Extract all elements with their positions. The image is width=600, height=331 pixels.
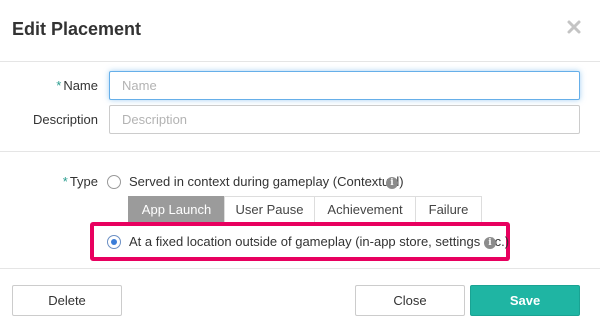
edit-placement-modal: Edit Placement *Name Description *Type S… [0, 0, 600, 331]
info-icon[interactable]: i [386, 177, 398, 189]
close-icon[interactable] [566, 19, 582, 35]
name-label-text: Name [63, 78, 98, 93]
name-label: * Name [40, 78, 98, 93]
delete-button[interactable]: Delete [12, 285, 122, 316]
modal-header: Edit Placement [0, 0, 600, 62]
trigger-tabs: App Launch User Pause Achievement Failur… [128, 196, 482, 222]
option-contextual-label[interactable]: Served in context during gameplay (Conte… [129, 174, 404, 189]
info-icon[interactable]: i [484, 237, 496, 249]
description-input[interactable] [109, 105, 580, 134]
description-label: Description [32, 112, 98, 127]
name-input[interactable] [109, 71, 580, 100]
type-label-text: Type [69, 174, 98, 189]
tab-user-pause[interactable]: User Pause [224, 196, 315, 222]
radio-fixed-location[interactable] [107, 235, 121, 249]
section-divider [0, 151, 600, 152]
tab-failure[interactable]: Failure [415, 196, 482, 222]
footer-divider [0, 268, 600, 269]
modal-title: Edit Placement [12, 19, 142, 39]
radio-contextual[interactable] [107, 175, 121, 189]
tab-app-launch[interactable]: App Launch [128, 196, 225, 222]
close-button[interactable]: Close [355, 285, 465, 316]
save-button[interactable]: Save [470, 285, 580, 316]
required-mark: * [62, 174, 68, 189]
required-mark: * [56, 78, 62, 93]
option-fixed-location-label[interactable]: At a fixed location outside of gameplay … [129, 234, 509, 249]
tab-achievement[interactable]: Achievement [314, 196, 416, 222]
type-label: * Type [40, 174, 98, 189]
